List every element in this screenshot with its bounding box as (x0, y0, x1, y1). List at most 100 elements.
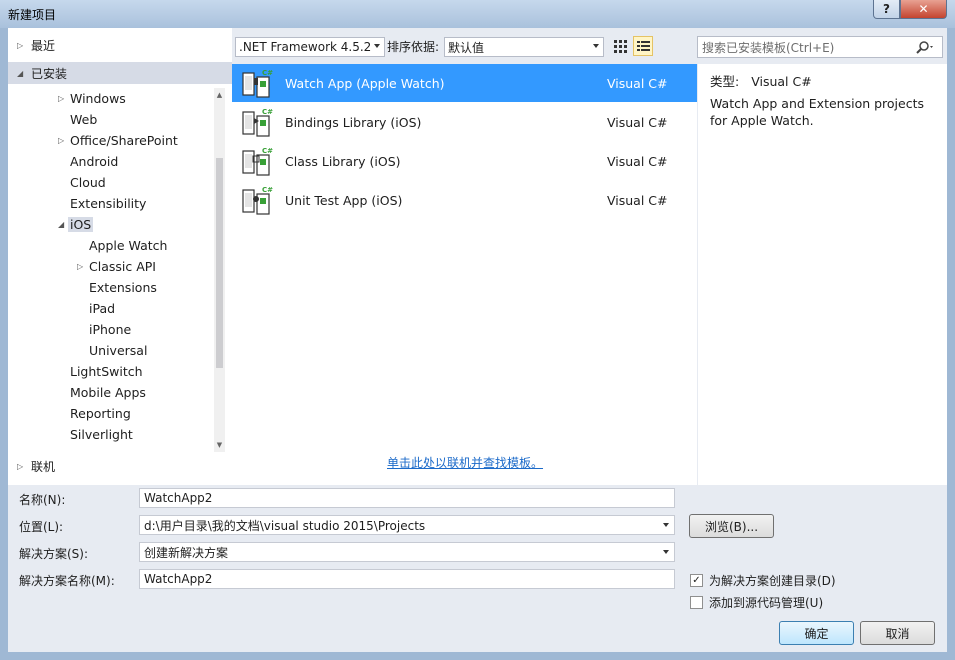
tree-item-label: Web (70, 111, 98, 127)
template-list: C# Watch App (Apple Watch) Visual C# C# Bind… (232, 64, 697, 485)
dropdown-arrow-icon (374, 44, 380, 48)
small-icons-view-button[interactable] (610, 36, 630, 56)
browse-button[interactable]: 浏览(B)... (689, 514, 774, 538)
tree-item-label: Extensibility (70, 195, 147, 211)
sort-select[interactable]: 默认值 (444, 37, 604, 57)
template-name: Bindings Library (iOS) (285, 114, 422, 130)
category-label: 联机 (31, 459, 56, 474)
tree-item[interactable]: ▷ Windows (58, 88, 126, 108)
search-icon[interactable] (916, 40, 936, 54)
help-button[interactable]: ? (873, 0, 900, 19)
name-input[interactable]: WatchApp2 (139, 488, 675, 508)
location-value: d:\用户目录\我的文档\visual studio 2015\Projects (144, 518, 426, 533)
close-button[interactable]: ✕ (900, 0, 947, 19)
tree-item[interactable]: Android (58, 151, 118, 171)
checkbox-checked-icon[interactable]: ✓ (690, 574, 703, 587)
ok-button[interactable]: 确定 (779, 621, 854, 645)
expand-arrow-icon[interactable]: ▷ (58, 94, 68, 103)
bindings-template-icon: C# (242, 108, 273, 137)
tree-item[interactable]: Web (58, 109, 97, 129)
source-control-checkbox[interactable]: 添加到源代码管理(U) (690, 594, 823, 611)
tree-item[interactable]: LightSwitch (58, 361, 143, 381)
dialog-body: ▷ 最近 ◢ 已安装 ▷ Windows Web ▷ Office/SharePoint… (8, 28, 947, 652)
tree-item[interactable]: ▷ Office/SharePoint (58, 130, 178, 150)
scroll-down-icon[interactable]: ▼ (214, 438, 225, 452)
category-label: 最近 (31, 38, 56, 53)
template-name: Watch App (Apple Watch) (285, 75, 445, 91)
search-box[interactable]: 搜索已安装模板(Ctrl+E) (697, 36, 943, 58)
svg-text:C#: C# (262, 108, 273, 116)
tree-item[interactable]: ◢ iOS (58, 214, 94, 234)
solution-combo[interactable]: 创建新解决方案 (139, 542, 675, 562)
location-combo[interactable]: d:\用户目录\我的文档\visual studio 2015\Projects (139, 515, 675, 535)
tree-item-label: Office/SharePoint (70, 132, 178, 148)
svg-text:C#: C# (262, 186, 273, 194)
grid-view-icon (614, 40, 627, 53)
collapse-arrow-icon: ◢ (17, 68, 24, 78)
tree-item[interactable]: Extensibility (58, 193, 146, 213)
type-line: 类型: Visual C# (710, 71, 812, 90)
title-bar: 新建项目 ? ✕ (0, 0, 955, 28)
tree-item[interactable]: iPhone (77, 319, 131, 339)
name-value: WatchApp2 (144, 491, 213, 505)
template-details: 类型: Visual C# Watch App and Extension pr… (698, 64, 947, 485)
tree-item-label: Reporting (70, 405, 131, 421)
dropdown-arrow-icon (663, 523, 669, 527)
tree-item[interactable]: Silverlight (58, 424, 133, 444)
tree-item[interactable]: Extensions (77, 277, 157, 297)
tree-item-label: Silverlight (70, 426, 133, 442)
dropdown-arrow-icon (593, 44, 599, 48)
sort-label: 排序依据: (387, 40, 440, 54)
expand-arrow-icon[interactable]: ▷ (77, 262, 87, 271)
tree-item[interactable]: Reporting (58, 403, 131, 423)
scroll-up-icon[interactable]: ▲ (214, 88, 225, 102)
list-view-button[interactable] (633, 36, 653, 56)
category-installed[interactable]: ◢ 已安装 (8, 62, 232, 84)
tree-item-label: Cloud (70, 174, 106, 190)
tree-item-label: Mobile Apps (70, 384, 146, 400)
window-title: 新建项目 (8, 8, 57, 22)
template-row[interactable]: C# Watch App (Apple Watch) Visual C# (232, 64, 697, 102)
expand-arrow-icon: ▷ (17, 40, 24, 50)
svg-text:C#: C# (262, 147, 273, 155)
framework-select[interactable]: .NET Framework 4.5.2 (235, 37, 385, 57)
scroll-thumb[interactable] (216, 158, 223, 368)
solution-name-input[interactable]: WatchApp2 (139, 569, 675, 589)
template-language: Visual C# (607, 192, 668, 208)
checkbox-unchecked-icon[interactable] (690, 596, 703, 609)
sort-value: 默认值 (448, 40, 485, 55)
tree-item-label: Extensions (89, 279, 157, 295)
tree-item-label: Android (70, 153, 119, 169)
solution-label: 解决方案(S): (19, 547, 89, 561)
create-directory-label: 为解决方案创建目录(D) (709, 574, 836, 588)
list-view-icon (637, 41, 650, 51)
tree-item[interactable]: Apple Watch (77, 235, 167, 255)
search-input[interactable]: 搜索已安装模板(Ctrl+E) (702, 39, 834, 56)
tree-scrollbar[interactable]: ▲ ▼ (214, 88, 225, 452)
template-row[interactable]: C# Unit Test App (iOS) Visual C# (232, 181, 697, 219)
find-online-link[interactable]: 单击此处以联机并查找模板。 (387, 454, 543, 471)
tree-item[interactable]: iPad (77, 298, 115, 318)
cancel-button[interactable]: 取消 (860, 621, 935, 645)
template-tree: ▷ Windows Web ▷ Office/SharePoint Android Clou… (8, 88, 214, 452)
template-row[interactable]: C# Bindings Library (iOS) Visual C# (232, 103, 697, 141)
tree-item[interactable]: Mobile Apps (58, 382, 146, 402)
tree-item[interactable]: Universal (77, 340, 147, 360)
template-row[interactable]: C# Class Library (iOS) Visual C# (232, 142, 697, 180)
expand-arrow-icon[interactable]: ▷ (58, 136, 68, 145)
category-recent[interactable]: ▷ 最近 (8, 34, 232, 56)
solution-name-label: 解决方案名称(M): (19, 574, 115, 588)
source-control-label: 添加到源代码管理(U) (709, 596, 824, 610)
tree-item-label: Classic API (89, 258, 156, 274)
collapse-arrow-icon[interactable]: ◢ (58, 220, 68, 229)
tree-item[interactable]: Cloud (58, 172, 106, 192)
category-label: 已安装 (31, 66, 68, 81)
category-online[interactable]: ▷ 联机 (8, 455, 232, 477)
tree-item-label: Universal (89, 342, 148, 358)
solution-name-value: WatchApp2 (144, 572, 213, 586)
create-directory-checkbox[interactable]: ✓ 为解决方案创建目录(D) (690, 572, 836, 589)
tree-item[interactable]: ▷ Classic API (77, 256, 156, 276)
expand-arrow-icon: ▷ (17, 461, 24, 471)
tree-item-label: Apple Watch (89, 237, 168, 253)
template-language: Visual C# (607, 114, 668, 130)
